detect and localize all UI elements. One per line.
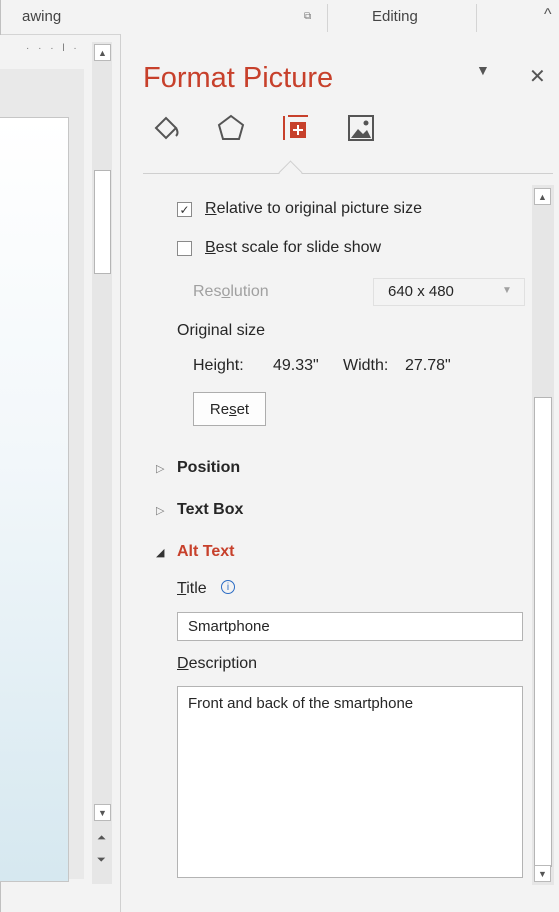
slide-vertical-scrollbar[interactable]: ▲ ▼ ⏶ ⏷ xyxy=(92,42,112,884)
relative-size-label[interactable]: Relative to original picture size xyxy=(205,200,422,218)
alt-description-textarea[interactable]: Front and back of the smartphone xyxy=(177,686,523,878)
original-height-value: 49.33" xyxy=(273,357,319,374)
relative-size-checkbox[interactable]: ✓ xyxy=(177,202,192,217)
original-height-label: Height: xyxy=(193,357,244,374)
original-size-label: Original size xyxy=(177,322,266,339)
scroll-up-icon[interactable]: ▲ xyxy=(534,188,551,205)
resolution-dropdown[interactable]: 640 x 480 ▼ xyxy=(373,278,525,306)
best-scale-checkbox[interactable] xyxy=(177,241,192,256)
ribbon-group-editing-label: Editing xyxy=(372,8,418,25)
effects-icon[interactable] xyxy=(213,110,249,146)
resolution-value: 640 x 480 xyxy=(388,283,454,300)
chevron-down-icon: ▼ xyxy=(502,285,512,296)
expand-textbox-icon[interactable]: ▷ xyxy=(156,504,164,517)
best-scale-label[interactable]: Best scale for slide show xyxy=(205,239,381,257)
section-alt-text[interactable]: Alt Text xyxy=(177,543,234,561)
original-width-label: Width: xyxy=(343,357,389,374)
expand-position-icon[interactable]: ▷ xyxy=(156,462,164,475)
slide-canvas[interactable] xyxy=(0,117,69,882)
previous-slide-icon[interactable]: ⏶ xyxy=(97,832,106,845)
scroll-down-icon[interactable]: ▼ xyxy=(534,865,551,882)
close-pane-icon[interactable]: ✕ xyxy=(529,64,546,89)
tab-divider xyxy=(143,173,553,174)
ribbon-separator xyxy=(327,4,328,32)
next-slide-icon[interactable]: ⏷ xyxy=(97,854,106,867)
scroll-thumb[interactable] xyxy=(534,397,552,867)
dialog-launcher-icon[interactable]: ⧉ xyxy=(304,11,311,22)
scroll-down-icon[interactable]: ▼ xyxy=(94,804,111,821)
ruler: · · · l · xyxy=(0,35,84,69)
picture-icon[interactable] xyxy=(343,110,379,146)
reset-button[interactable]: Re s et xyxy=(193,392,266,426)
alt-title-label: Title xyxy=(177,580,207,597)
section-text-box[interactable]: Text Box xyxy=(177,501,243,519)
scroll-up-icon[interactable]: ▲ xyxy=(94,44,111,61)
pane-vertical-scrollbar[interactable]: ▲ ▼ xyxy=(532,185,554,885)
ribbon-group-drawing-label: awing xyxy=(22,8,62,25)
ribbon: awing ⧉ Editing ^ xyxy=(0,0,559,35)
size-properties-icon[interactable] xyxy=(278,110,314,146)
collapse-ribbon-icon[interactable]: ^ xyxy=(544,6,552,24)
fill-line-icon[interactable] xyxy=(148,110,184,146)
section-position[interactable]: Position xyxy=(177,459,240,477)
pane-options-icon[interactable]: ▼ xyxy=(476,62,490,78)
pane-title: Format Picture xyxy=(143,62,334,94)
ribbon-separator xyxy=(476,4,477,32)
scroll-thumb[interactable] xyxy=(94,170,111,274)
collapse-alttext-icon[interactable]: ◢ xyxy=(156,546,164,559)
alt-description-label: Description xyxy=(177,655,258,672)
alt-title-input[interactable]: Smartphone xyxy=(177,612,523,641)
original-width-value: 27.78" xyxy=(405,357,451,374)
info-icon[interactable]: i xyxy=(221,580,235,594)
resolution-label: Resolution xyxy=(193,283,269,300)
